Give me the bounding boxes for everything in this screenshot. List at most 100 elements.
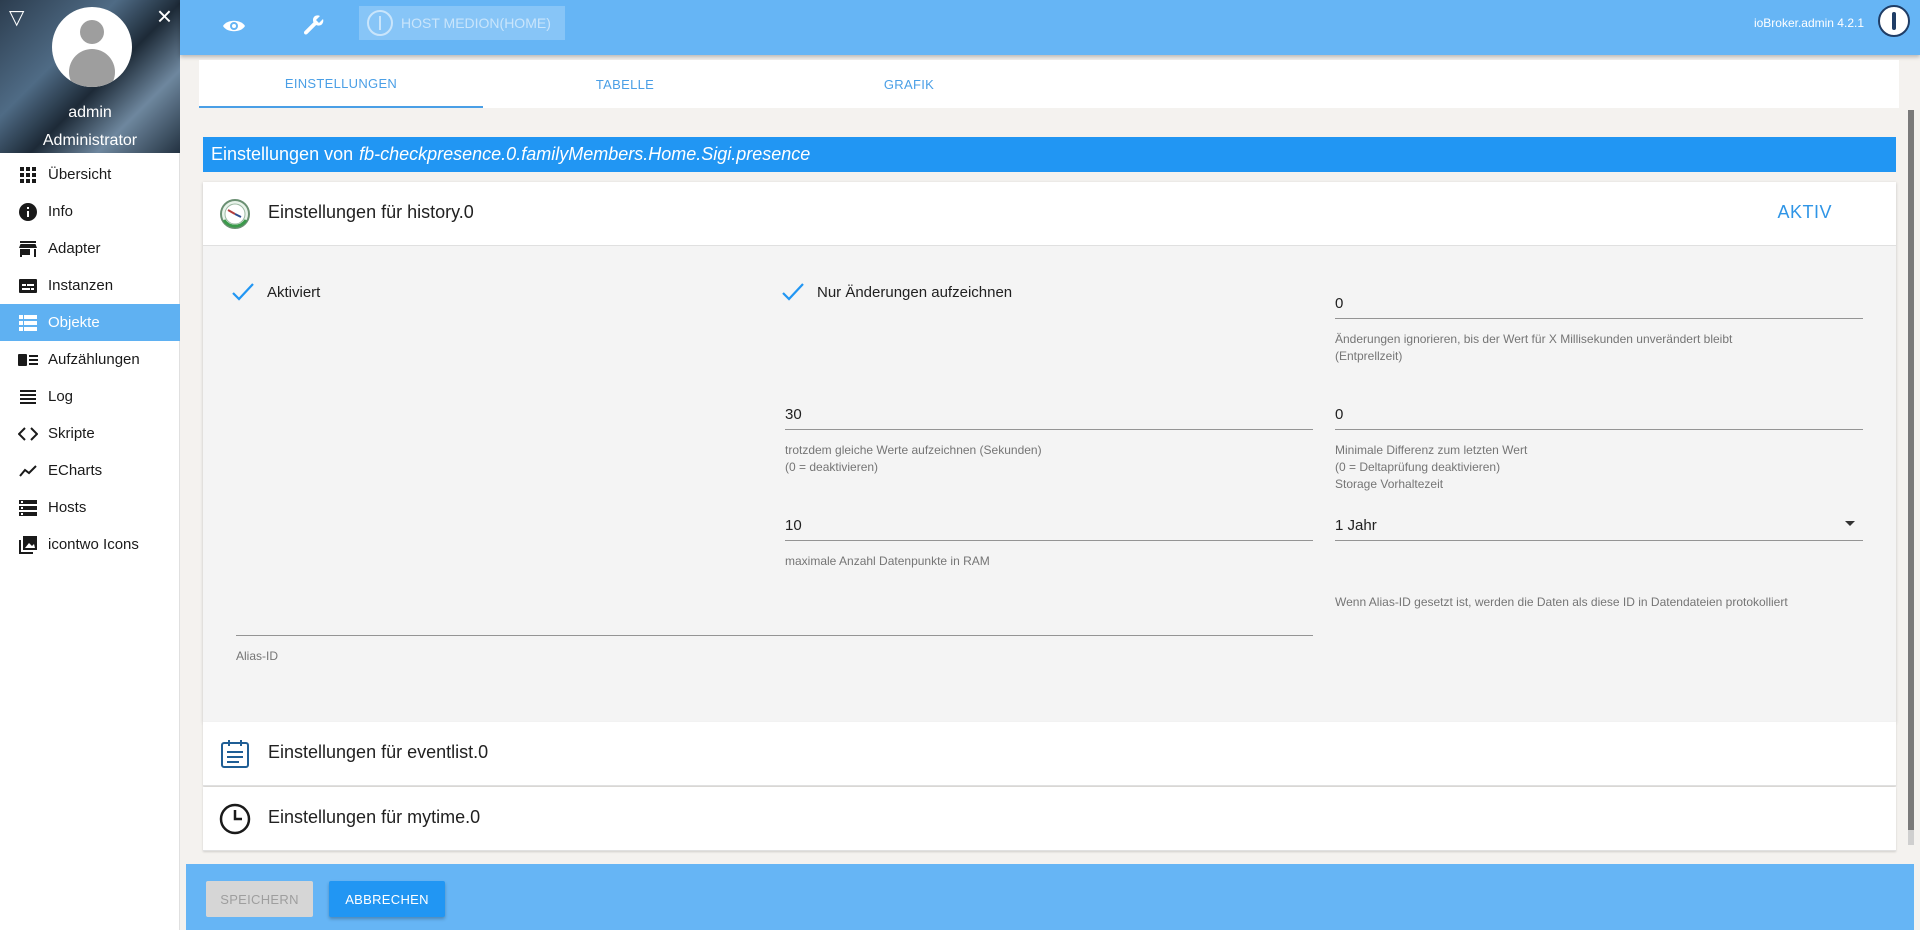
eventlist-panel-title: Einstellungen für eventlist.0 <box>268 742 489 762</box>
retention-select[interactable]: 1 Jahr <box>1335 510 1863 541</box>
sidebar-item-aufzaehlungen[interactable]: Aufzählungen <box>0 341 180 378</box>
history-panel-header[interactable]: Einstellungen für history.0 AKTIV <box>203 182 1896 246</box>
changes-only-label: Nur Änderungen aufzeichnen <box>817 283 1013 301</box>
sidebar-item-label: Übersicht <box>48 166 112 183</box>
settings-object-id: fb-checkpresence.0.familyMembers.Home.Si… <box>359 144 811 164</box>
alias-help: Wenn Alias-ID gesetzt ist, werden die Da… <box>1335 595 1788 609</box>
debounce-input[interactable]: 0 <box>1335 288 1863 318</box>
sidebar-nav: Übersicht Info Adapter Instanzen Objekte <box>0 156 180 563</box>
instances-icon <box>18 276 38 296</box>
caret-down-icon[interactable] <box>1845 521 1855 526</box>
scrollbar-thumb[interactable] <box>1908 110 1914 830</box>
sidebar-item-adapter[interactable]: Adapter <box>0 230 180 267</box>
tab-tabelle[interactable]: TABELLE <box>483 60 767 108</box>
menu-toggle-icon[interactable]: ▽ <box>9 8 24 28</box>
sidebar-item-hosts[interactable]: Hosts <box>0 489 180 526</box>
alias-id-input[interactable] <box>236 605 1313 635</box>
image-icon <box>18 535 38 555</box>
same-values-input[interactable]: 30 <box>785 399 1313 429</box>
input-underline <box>1335 429 1863 430</box>
sidebar-item-uebersicht[interactable]: Übersicht <box>0 156 180 193</box>
sidebar-item-label: Hosts <box>48 499 87 516</box>
history-clock-icon <box>220 199 250 229</box>
sidebar-item-echarts[interactable]: ECharts <box>0 452 180 489</box>
checkmark-icon <box>232 283 254 301</box>
user-profile-header: ▽ × admin Administrator <box>0 0 180 153</box>
info-icon <box>18 202 38 222</box>
save-button[interactable]: SPEICHERN <box>206 881 313 917</box>
host-label: HOST MEDION(HOME) <box>401 15 551 31</box>
input-underline <box>1335 540 1863 541</box>
eventlist-icon <box>221 740 249 768</box>
min-diff-input[interactable]: 0 <box>1335 399 1863 429</box>
list-icon <box>18 313 38 333</box>
same-values-field[interactable]: 30 trotzdem gleiche Werte aufzeichnen (S… <box>785 399 1313 476</box>
same-values-help: trotzdem gleiche Werte aufzeichnen (Seku… <box>785 442 1313 476</box>
sidebar-item-label: Info <box>48 203 74 220</box>
enum-icon <box>18 350 38 370</box>
input-underline <box>1335 318 1863 319</box>
eventlist-settings-panel[interactable]: Einstellungen für eventlist.0 <box>203 722 1896 786</box>
close-icon[interactable]: × <box>157 3 172 29</box>
min-diff-field[interactable]: 0 Minimale Differenz zum letzten Wert (0… <box>1335 399 1863 476</box>
top-bar: HOST MEDION(HOME) ioBroker.admin 4.2.1 <box>180 0 1920 55</box>
sidebar-item-label: Aufzählungen <box>48 351 140 368</box>
input-underline <box>785 429 1313 430</box>
min-diff-help-line-2: (0 = Deltaprüfung deaktivieren) <box>1335 460 1501 474</box>
eye-button[interactable] <box>218 10 250 42</box>
max-points-field[interactable]: 10 maximale Anzahl Datenpunkte in RAM <box>785 510 1313 570</box>
same-values-help-line-2: (0 = deaktivieren) <box>785 460 879 474</box>
sidebar-item-label: Log <box>48 388 74 405</box>
store-icon <box>18 239 38 259</box>
version-label: ioBroker.admin 4.2.1 <box>1753 16 1864 30</box>
input-underline <box>236 635 1313 636</box>
alias-id-field[interactable]: Alias-ID <box>236 605 1313 665</box>
sidebar-item-label: Instanzen <box>48 277 114 294</box>
sidebar-item-objekte[interactable]: Objekte <box>0 304 180 341</box>
grid-icon <box>18 165 38 185</box>
mytime-panel-title: Einstellungen für mytime.0 <box>268 807 481 827</box>
wrench-icon <box>303 15 324 35</box>
host-selector[interactable]: HOST MEDION(HOME) <box>359 6 565 40</box>
debounce-help-line-1: Änderungen ignorieren, bis der Wert für … <box>1335 332 1733 346</box>
sidebar-item-info[interactable]: Info <box>0 193 180 230</box>
host-logo-icon <box>367 10 393 36</box>
avatar <box>52 7 132 87</box>
history-settings-panel: Einstellungen für history.0 AKTIV Aktivi… <box>203 182 1896 722</box>
wrench-button[interactable] <box>298 9 330 41</box>
cancel-button[interactable]: ABBRECHEN <box>329 881 445 917</box>
tab-grafik[interactable]: GRAFIK <box>767 60 1051 108</box>
debounce-help-line-2: (Entprellzeit) <box>1335 349 1403 363</box>
mytime-settings-panel[interactable]: Einstellungen für mytime.0 <box>203 787 1896 851</box>
min-diff-help-line-1: Minimale Differenz zum letzten Wert <box>1335 443 1528 457</box>
sidebar-item-icontwo-icons[interactable]: icontwo Icons <box>0 526 180 563</box>
changes-only-checkbox[interactable]: Nur Änderungen aufzeichnen <box>781 280 1012 304</box>
sidebar-item-label: Objekte <box>48 314 100 331</box>
sidebar-item-label: icontwo Icons <box>48 536 139 553</box>
chart-icon <box>18 461 38 481</box>
sidebar-item-instanzen[interactable]: Instanzen <box>0 267 180 304</box>
status-badge: AKTIV <box>1777 202 1832 222</box>
enabled-checkbox[interactable]: Aktiviert <box>231 280 320 304</box>
user-role: Administrator <box>42 132 138 149</box>
min-diff-help: Minimale Differenz zum letzten Wert (0 =… <box>1335 442 1863 476</box>
eye-icon <box>223 20 245 32</box>
tab-einstellungen[interactable]: EINSTELLUNGEN <box>199 60 483 108</box>
sidebar-item-skripte[interactable]: Skripte <box>0 415 180 452</box>
sidebar-item-log[interactable]: Log <box>0 378 180 415</box>
clock-icon <box>219 803 251 835</box>
scrollbar[interactable] <box>1908 110 1914 845</box>
max-points-input[interactable]: 10 <box>785 510 1313 540</box>
input-underline <box>785 540 1313 541</box>
settings-title-prefix: Einstellungen von <box>211 144 354 164</box>
retention-select-value[interactable]: 1 Jahr <box>1335 510 1863 540</box>
debounce-field[interactable]: 0 Änderungen ignorieren, bis der Wert fü… <box>1335 288 1863 365</box>
sidebar-item-label: Skripte <box>48 425 95 442</box>
same-values-help-line-1: trotzdem gleiche Werte aufzeichnen (Seku… <box>785 443 1042 457</box>
history-panel-title: Einstellungen für history.0 <box>268 202 474 222</box>
avatar-head <box>80 20 104 44</box>
avatar-body <box>69 49 115 87</box>
alias-help-block: Wenn Alias-ID gesetzt ist, werden die Da… <box>1335 594 1863 611</box>
settings-title-bar: Einstellungen von fb-checkpresence.0.fam… <box>203 137 1896 172</box>
tab-bar: EINSTELLUNGEN TABELLE GRAFIK <box>199 60 1899 108</box>
